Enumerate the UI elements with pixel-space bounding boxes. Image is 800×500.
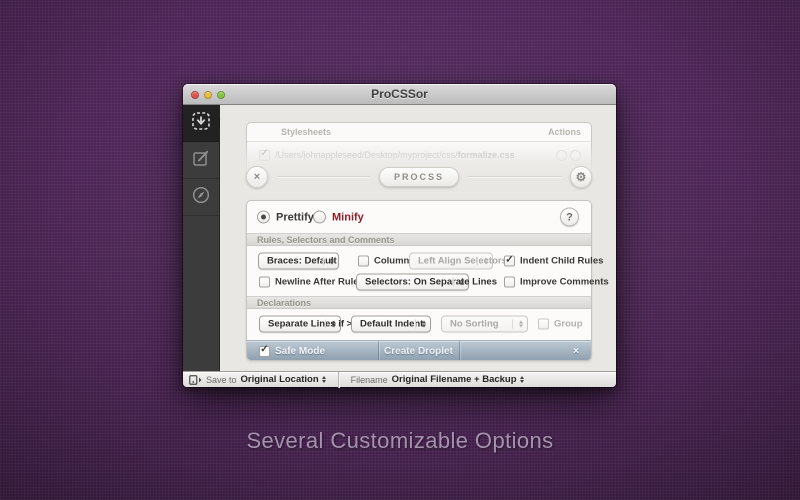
footer-close-button[interactable]: × (573, 341, 579, 361)
improve-comments-label: Improve Comments (520, 276, 609, 288)
stepper-arrows-icon (330, 257, 334, 265)
divider-line (277, 176, 370, 178)
create-droplet-button[interactable]: Create Droplet (378, 341, 459, 361)
minify-radio[interactable] (313, 210, 326, 224)
stylesheet-checkbox[interactable]: ✓ (259, 149, 270, 161)
settings-button[interactable]: ⚙ (570, 166, 593, 188)
stylesheet-actions (556, 149, 581, 161)
stylesheets-header: Stylesheets Actions (247, 123, 591, 142)
compass-icon (191, 185, 211, 210)
save-to-label: Save to (206, 374, 237, 385)
gear-icon: ⚙ (575, 170, 587, 184)
indent-child-checkbox[interactable]: ✓ (504, 255, 515, 267)
clear-icon: × (253, 170, 261, 183)
filename-label: Filename (350, 374, 388, 385)
group-checkbox-group[interactable]: Group (538, 318, 583, 330)
minify-radio-group[interactable]: Minify (313, 210, 364, 224)
stepper-arrows-icon (332, 320, 336, 328)
separate-lines-dropdown[interactable]: Separate Lines if >1 (259, 315, 358, 333)
rules-row-1: Braces: Default Columnize Left Align Sel… (247, 251, 603, 271)
default-indent-dropdown[interactable]: Default Indent (351, 315, 431, 333)
newline-checkbox-group[interactable]: Newline After Rules (259, 276, 364, 288)
left-align-dropdown[interactable]: Left Align Selectors (409, 252, 507, 270)
stylesheets-column-header: Stylesheets (281, 127, 332, 137)
prettify-radio-group[interactable]: Prettify (257, 210, 314, 224)
process-row: × PROCSS ⚙ (246, 166, 593, 188)
stepper-arrows-icon (484, 257, 488, 265)
stylesheet-action-2-button[interactable] (570, 149, 581, 161)
mode-row: Prettify Minify ? (247, 201, 591, 233)
import-files-icon (191, 111, 211, 136)
stylesheet-path: /Users/johnappleseed/Desktop/myproject/c… (275, 150, 515, 160)
columnize-checkbox[interactable] (358, 255, 369, 267)
rules-row-2: Newline After Rules Selectors: On Separa… (247, 272, 609, 292)
compose-edit-icon (192, 149, 210, 172)
actions-column-header: Actions (547, 127, 581, 137)
window-title: ProCSSor (371, 87, 428, 101)
section-declarations-header: Declarations (247, 296, 591, 309)
sidebar-item-compass[interactable] (183, 179, 219, 216)
improve-comments-checkbox-group[interactable]: Improve Comments (504, 276, 609, 288)
stepper-arrows-icon (519, 320, 523, 328)
save-destination-icon (189, 374, 202, 385)
stepper-arrows-icon (321, 376, 326, 383)
safe-mode-checkbox[interactable]: ✓ (259, 345, 270, 357)
title-bar[interactable]: ProCSSor (183, 84, 616, 105)
help-icon: ? (566, 211, 573, 223)
filename-dropdown[interactable]: Original Filename + Backup (392, 374, 524, 385)
procss-button[interactable]: PROCSS (379, 167, 460, 187)
stepper-arrows-icon (460, 278, 464, 286)
stepper-arrows-icon (422, 320, 426, 328)
footer-divider (459, 341, 460, 360)
selectors-dropdown[interactable]: Selectors: On Separate Lines (356, 273, 497, 291)
indent-child-checkbox-group[interactable]: ✓ Indent Child Rules (504, 255, 604, 267)
clear-list-button[interactable]: × (246, 166, 268, 188)
minify-label: Minify (332, 211, 364, 223)
main-content: Stylesheets Actions ✓ /Users/johnapplese… (220, 105, 616, 371)
stylesheet-action-1-button[interactable] (556, 149, 567, 161)
save-to-dropdown[interactable]: Original Location (241, 374, 326, 385)
indent-child-label: Indent Child Rules (520, 255, 604, 267)
newline-checkbox[interactable] (259, 276, 270, 288)
stylesheet-row[interactable]: ✓ /Users/johnappleseed/Desktop/myproject… (247, 142, 591, 168)
options-panel: Prettify Minify ? Rules, Selectors and C… (246, 200, 609, 361)
newline-label: Newline After Rules (275, 276, 364, 288)
declarations-row: Separate Lines if >1 Default Indent No S… (247, 314, 591, 334)
safe-mode-label: Safe Mode (275, 345, 326, 357)
group-label: Group (554, 318, 583, 330)
prettify-label: Prettify (276, 211, 314, 223)
braces-dropdown[interactable]: Braces: Default (258, 252, 339, 270)
status-bar: Save to Original Location Filename Origi… (183, 371, 616, 388)
no-sorting-dropdown[interactable]: No Sorting (441, 315, 528, 333)
marketing-caption: Several Customizable Options (246, 428, 554, 453)
safe-mode-checkbox-group[interactable]: ✓ Safe Mode (259, 341, 325, 361)
prettify-radio[interactable] (257, 210, 270, 224)
sidebar-item-editor[interactable] (183, 142, 219, 179)
statusbar-divider (337, 371, 339, 388)
stepper-arrows-icon (519, 376, 524, 383)
app-window: ProCSSor Stylesheets Actions ✓ /Users/jo… (183, 84, 616, 388)
group-checkbox[interactable] (538, 318, 549, 330)
sidebar-item-import[interactable] (183, 105, 224, 142)
help-button[interactable]: ? (560, 207, 579, 227)
panel-footer-bar: ✓ Safe Mode Create Droplet × (247, 340, 591, 360)
divider-line (468, 176, 562, 178)
improve-comments-checkbox[interactable] (504, 276, 515, 288)
section-rules-header: Rules, Selectors and Comments (247, 233, 591, 246)
sidebar (183, 105, 224, 371)
